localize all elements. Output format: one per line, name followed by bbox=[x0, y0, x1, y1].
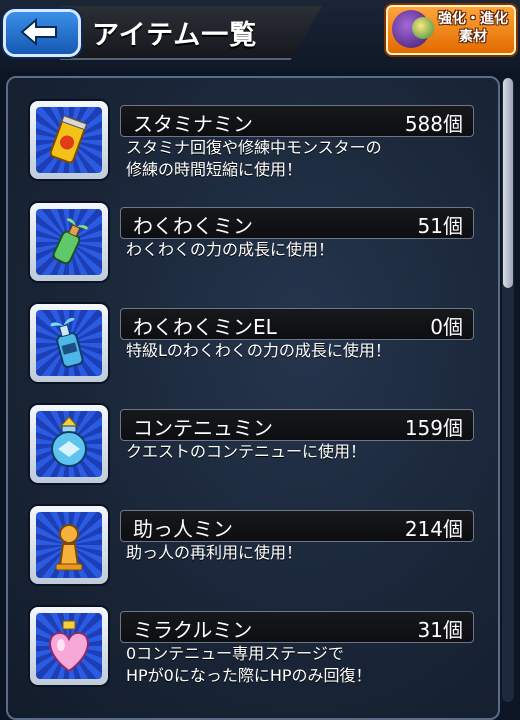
item-description: わくわくの力の成長に使用！ bbox=[126, 240, 335, 259]
item-icon-frame bbox=[30, 607, 108, 685]
item-name: わくわくミン bbox=[133, 214, 253, 238]
item-name-bar: コンテニュミン 159個 bbox=[120, 409, 474, 441]
item-icon-frame bbox=[30, 101, 108, 179]
item-row-waku-min-el[interactable]: わくわくミンEL 0個 特級Lのわくわくの力の成長に使用！ bbox=[30, 304, 475, 394]
heart-jar-icon bbox=[49, 620, 89, 673]
item-quantity: 51個 bbox=[417, 214, 463, 238]
material-button-label: 強化・進化 素材 bbox=[438, 11, 508, 45]
back-button[interactable] bbox=[3, 9, 81, 57]
item-row-stamina-min[interactable]: スタミナミン 588個 スタミナ回復や修練中モンスターの 修練の時間短縮に使用！ bbox=[30, 101, 475, 191]
item-name-bar: ミラクルミン 31個 bbox=[120, 611, 474, 643]
item-icon-frame bbox=[30, 304, 108, 382]
item-name: わくわくミンEL bbox=[133, 315, 277, 339]
item-quantity: 588個 bbox=[404, 112, 463, 136]
item-quantity: 159個 bbox=[404, 416, 463, 440]
back-arrow-icon bbox=[20, 18, 57, 46]
item-name-bar: スタミナミン 588個 bbox=[120, 105, 474, 137]
item-description: 0コンテニュー専用ステージで HPが0になった際にHPのみ回復！ bbox=[126, 644, 372, 685]
item-quantity: 214個 bbox=[404, 517, 463, 541]
item-icon-frame bbox=[30, 506, 108, 584]
item-description: クエストのコンテニューに使用！ bbox=[126, 442, 367, 461]
page-title: アイテム一覧 bbox=[92, 20, 258, 51]
item-quantity: 31個 bbox=[417, 618, 463, 642]
item-name: 助っ人ミン bbox=[133, 517, 233, 541]
item-name-bar: 助っ人ミン 214個 bbox=[120, 510, 474, 542]
item-name-bar: わくわくミンEL 0個 bbox=[120, 308, 474, 340]
el-bottle-icon bbox=[50, 317, 84, 368]
item-name: ミラクルミン bbox=[133, 618, 253, 642]
orb-material-icon bbox=[412, 17, 434, 39]
stamina-can-icon bbox=[49, 115, 88, 164]
item-row-waku-min[interactable]: わくわくミン 51個 わくわくの力の成長に使用！ bbox=[30, 203, 475, 293]
item-name: スタミナミン bbox=[133, 112, 253, 136]
item-description: スタミナ回復や修練中モンスターの 修練の時間短縮に使用！ bbox=[126, 138, 382, 179]
item-description: 助っ人の再利用に使用！ bbox=[126, 543, 303, 562]
item-icon-frame bbox=[30, 405, 108, 483]
item-description: 特級Lのわくわくの力の成長に使用！ bbox=[126, 341, 391, 360]
continue-jar-icon bbox=[51, 416, 87, 467]
scrollbar-thumb[interactable] bbox=[503, 78, 513, 288]
item-quantity: 0個 bbox=[430, 315, 463, 339]
header-bar: アイテム一覧 強化・進化 素材 bbox=[0, 0, 520, 72]
sprout-bottle-icon bbox=[52, 218, 88, 265]
item-name: コンテニュミン bbox=[133, 416, 273, 440]
item-row-miracle-min[interactable]: ミラクルミン 31個 0コンテニュー専用ステージで HPが0になった際にHPのみ… bbox=[30, 607, 475, 697]
item-name-bar: わくわくミン 51個 bbox=[120, 207, 474, 239]
item-icon-frame bbox=[30, 203, 108, 281]
scrollbar[interactable] bbox=[502, 78, 514, 702]
enhance-material-button[interactable]: 強化・進化 素材 bbox=[386, 5, 516, 55]
item-row-helper-min[interactable]: 助っ人ミン 214個 助っ人の再利用に使用！ bbox=[30, 506, 475, 596]
item-row-continue-min[interactable]: コンテニュミン 159個 クエストのコンテニューに使用！ bbox=[30, 405, 475, 495]
helper-pawn-icon bbox=[55, 524, 83, 571]
